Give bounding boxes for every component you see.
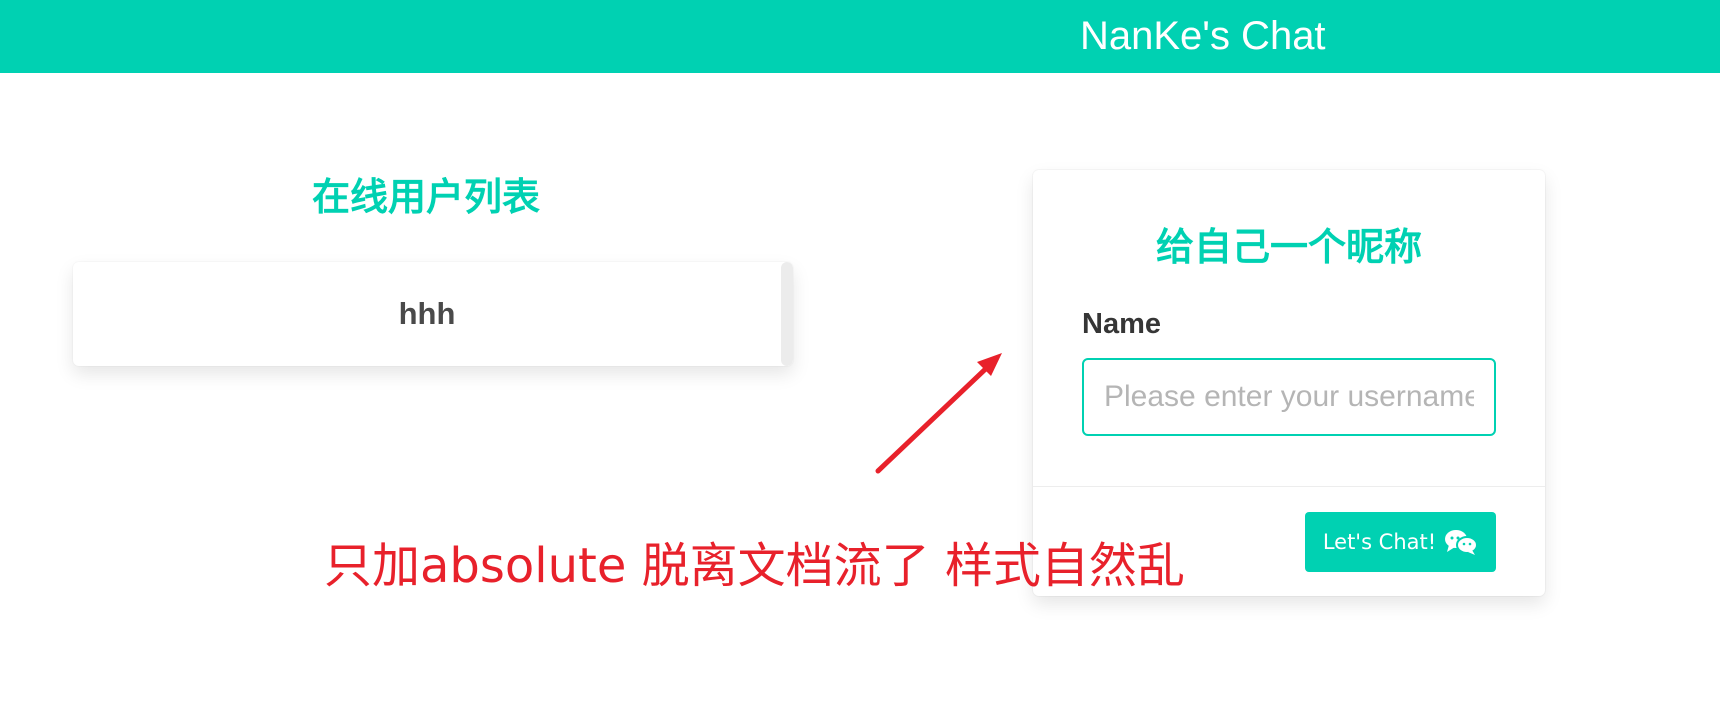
online-users-heading: 在线用户列表 [312, 175, 541, 219]
lets-chat-button[interactable]: Let's Chat! [1305, 512, 1496, 572]
online-user-list: hhh [73, 262, 793, 366]
annotation-note: 只加absolute 脱离文档流了 样式自然乱 [324, 538, 1185, 594]
name-label: Name [1082, 308, 1161, 340]
nickname-card-title: 给自己一个昵称 [1155, 225, 1422, 269]
user-list-scrollbar[interactable] [781, 262, 793, 366]
chat-bubbles-icon [1445, 530, 1479, 555]
annotation-arrow [875, 353, 1002, 474]
navbar: NanKe's Chat [0, 0, 1720, 73]
card-footer-divider [1033, 486, 1545, 487]
app-title: NanKe's Chat [1080, 14, 1326, 58]
username-input[interactable] [1082, 358, 1496, 436]
user-list-item[interactable]: hhh [73, 262, 781, 366]
lets-chat-label: Let's Chat! [1322, 530, 1437, 554]
